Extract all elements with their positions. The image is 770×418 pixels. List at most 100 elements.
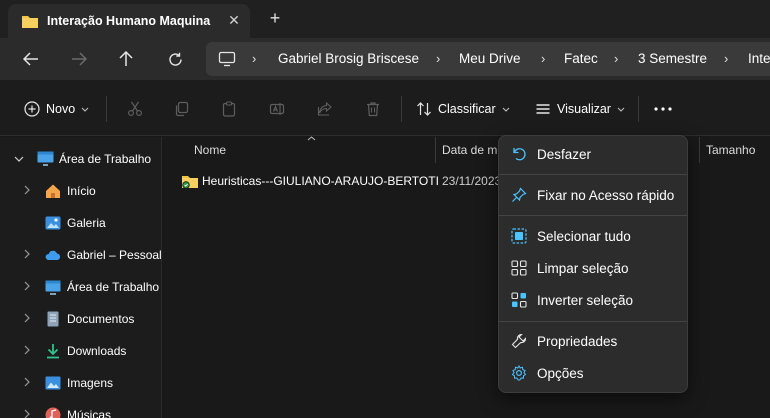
menu-item-invert-selection[interactable]: Inverter seleção <box>503 285 683 315</box>
column-divider[interactable] <box>699 137 700 163</box>
menu-item-clear-selection[interactable]: Limpar seleção <box>503 253 683 283</box>
sidebar-item-onedrive[interactable]: Gabriel – Pessoal <box>0 241 162 269</box>
sidebar-item-label: Gabriel – Pessoal <box>67 248 162 262</box>
sidebar-item-desktop-root[interactable]: Área de Trabalho <box>0 145 162 173</box>
title-bar: Interação Humano Maquina ✕ + <box>0 0 770 38</box>
share-button[interactable] <box>317 94 333 124</box>
tab-active[interactable]: Interação Humano Maquina ✕ <box>8 4 250 38</box>
chevron-right-icon <box>24 185 30 195</box>
new-tab-button[interactable]: + <box>264 7 286 29</box>
breadcrumb-item[interactable]: Inter <box>748 42 770 76</box>
sort-ascending-icon <box>307 136 316 141</box>
forward-button[interactable] <box>65 46 93 72</box>
address-bar[interactable]: › Gabriel Brosig Briscese › Meu Drive › … <box>206 42 770 76</box>
column-header-size[interactable]: Tamanho <box>706 137 755 163</box>
sidebar-item-downloads[interactable]: Downloads <box>0 337 162 365</box>
chevron-down-icon <box>14 156 24 162</box>
undo-icon <box>513 148 526 161</box>
desktop-icon <box>45 280 61 295</box>
sidebar-item-label: Galeria <box>67 216 106 230</box>
breadcrumb-separator-icon: › <box>436 51 441 66</box>
delete-button[interactable] <box>365 94 381 124</box>
menu-item-label: Inverter seleção <box>537 293 634 308</box>
menu-item-label: Fixar no Acesso rápido <box>537 188 675 203</box>
sort-icon <box>417 102 431 116</box>
rename-button[interactable] <box>269 94 285 124</box>
select-all-icon <box>511 228 527 244</box>
menu-item-label: Selecionar tudo <box>537 229 631 244</box>
chevron-right-icon <box>24 249 30 259</box>
computer-icon <box>218 51 236 70</box>
chevron-down-icon <box>81 107 89 112</box>
toolbar-divider <box>401 96 402 122</box>
sidebar-item-pictures[interactable]: Imagens <box>0 369 162 397</box>
arrow-left-icon <box>23 52 38 66</box>
file-date: 23/11/2023 <box>442 174 502 188</box>
menu-separator <box>499 215 687 216</box>
invert-selection-icon <box>511 292 527 308</box>
scissors-icon <box>127 101 143 117</box>
new-button[interactable]: Novo <box>24 94 89 124</box>
command-bar: Novo Classificar Visualizar <box>0 80 770 136</box>
more-options-button[interactable] <box>652 94 674 124</box>
trash-icon <box>367 102 379 117</box>
chevron-down-icon <box>617 107 625 112</box>
menu-separator <box>499 174 687 175</box>
folder-icon <box>21 13 39 32</box>
chevron-right-icon <box>24 281 30 291</box>
view-button[interactable]: Visualizar <box>535 94 625 124</box>
sidebar-item-desktop[interactable]: Área de Trabalho <box>0 273 162 301</box>
sidebar-item-music[interactable]: Músicas <box>0 401 162 418</box>
sidebar-item-documents[interactable]: Documentos <box>0 305 162 333</box>
list-view-icon <box>536 104 550 114</box>
view-button-label: Visualizar <box>557 102 611 116</box>
menu-item-label: Opções <box>537 366 584 381</box>
column-header-date[interactable]: Data de m <box>442 137 497 163</box>
tab-title: Interação Humano Maquina <box>47 14 211 28</box>
menu-item-options[interactable]: Opções <box>503 358 683 388</box>
refresh-button[interactable] <box>161 46 189 72</box>
sidebar-item-label: Área de Trabalho <box>67 280 160 294</box>
breadcrumb-item[interactable]: Fatec <box>564 42 598 76</box>
sidebar-item-home[interactable]: Início <box>0 177 162 205</box>
back-button[interactable] <box>17 46 45 72</box>
desktop-icon <box>37 151 54 166</box>
paste-button[interactable] <box>221 94 237 124</box>
music-icon <box>45 407 61 418</box>
sidebar-item-label: Imagens <box>67 376 114 390</box>
wrench-icon <box>511 333 527 349</box>
menu-item-properties[interactable]: Propriedades <box>503 326 683 356</box>
arrow-up-icon <box>119 51 133 66</box>
menu-item-undo[interactable]: Desfazer <box>503 139 683 169</box>
pin-icon <box>512 187 527 202</box>
sidebar-item-label: Músicas <box>67 408 112 418</box>
breadcrumb-separator-icon: › <box>724 51 729 66</box>
menu-item-label: Desfazer <box>537 147 592 162</box>
menu-item-pin-quick-access[interactable]: Fixar no Acesso rápido <box>503 180 683 210</box>
breadcrumb-item[interactable]: Meu Drive <box>459 42 521 76</box>
column-divider[interactable] <box>435 137 436 163</box>
up-button[interactable] <box>112 46 140 72</box>
navigation-pane: Área de Trabalho Início Galeria Gabriel … <box>0 137 162 418</box>
copy-icon <box>175 101 189 117</box>
toolbar-divider <box>106 96 107 122</box>
chevron-right-icon <box>24 313 30 323</box>
overflow-menu: Desfazer Fixar no Acesso rápido Selecion… <box>498 135 688 393</box>
tab-close-button[interactable]: ✕ <box>224 10 244 30</box>
menu-separator <box>499 321 687 322</box>
cut-button[interactable] <box>127 94 143 124</box>
chevron-down-icon <box>502 107 510 112</box>
copy-button[interactable] <box>174 94 190 124</box>
clipboard-icon <box>222 101 236 117</box>
sidebar-item-label: Início <box>67 184 96 198</box>
breadcrumb-separator-icon: › <box>614 51 619 66</box>
sidebar-item-gallery[interactable]: Galeria <box>0 209 162 237</box>
sort-button[interactable]: Classificar <box>416 94 510 124</box>
rename-icon <box>269 103 285 115</box>
sidebar-item-label: Área de Trabalho <box>59 152 152 166</box>
breadcrumb-separator-icon: › <box>252 51 257 66</box>
column-header-name[interactable]: Nome <box>194 137 226 163</box>
menu-item-select-all[interactable]: Selecionar tudo <box>503 221 683 251</box>
breadcrumb-item[interactable]: Gabriel Brosig Briscese <box>278 42 419 76</box>
breadcrumb-item[interactable]: 3 Semestre <box>638 42 707 76</box>
